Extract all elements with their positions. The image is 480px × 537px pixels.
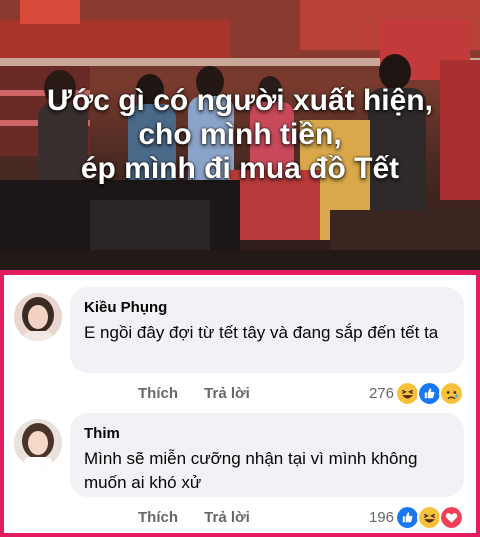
comment-text: Mình sẽ miễn cưỡng nhận tại vì mình khôn… — [84, 449, 418, 492]
reaction-count: 276 — [368, 384, 394, 402]
comment-author[interactable]: Thim — [84, 425, 450, 443]
banner-photo: Ước gì có người xuất hiện, cho mình tiền… — [0, 0, 480, 270]
sad-reaction-icon — [439, 380, 464, 406]
reaction-summary[interactable]: 196 — [368, 504, 464, 530]
comment-text: E ngồi đây đợi từ tết tây và đang sắp đế… — [84, 323, 439, 342]
reply-button[interactable]: Trả lời — [204, 385, 250, 402]
caption-line-3: ép mình đi mua đồ Tết — [80, 152, 400, 185]
like-button[interactable]: Thích — [138, 509, 178, 526]
reply-button[interactable]: Trả lời — [204, 509, 250, 526]
comments-frame: Kiều Phụng E ngồi đây đợi từ tết tây và … — [0, 270, 480, 537]
comment-actions: Thích Trả lời — [138, 385, 272, 402]
avatar[interactable] — [14, 293, 62, 341]
avatar[interactable] — [14, 419, 62, 467]
comment-bubble: Kiều Phụng E ngồi đây đợi từ tết tây và … — [70, 287, 464, 373]
reaction-count: 196 — [368, 508, 394, 526]
like-button[interactable]: Thích — [138, 385, 178, 402]
love-reaction-icon — [439, 504, 464, 530]
comment-author[interactable]: Kiều Phụng — [84, 299, 450, 317]
caption-line-2: cho mình tiền, — [138, 118, 342, 151]
user-avatar-icon — [14, 419, 62, 467]
comment-actions: Thích Trả lời — [138, 509, 272, 526]
user-avatar-icon — [14, 293, 62, 341]
caption-line-1: Ước gì có người xuất hiện, — [47, 84, 433, 117]
banner-caption: Ước gì có người xuất hiện, cho mình tiền… — [0, 84, 480, 186]
reaction-summary[interactable]: 276 — [368, 380, 464, 406]
comment-bubble: Thim Mình sẽ miễn cưỡng nhận tại vì mình… — [70, 413, 464, 497]
